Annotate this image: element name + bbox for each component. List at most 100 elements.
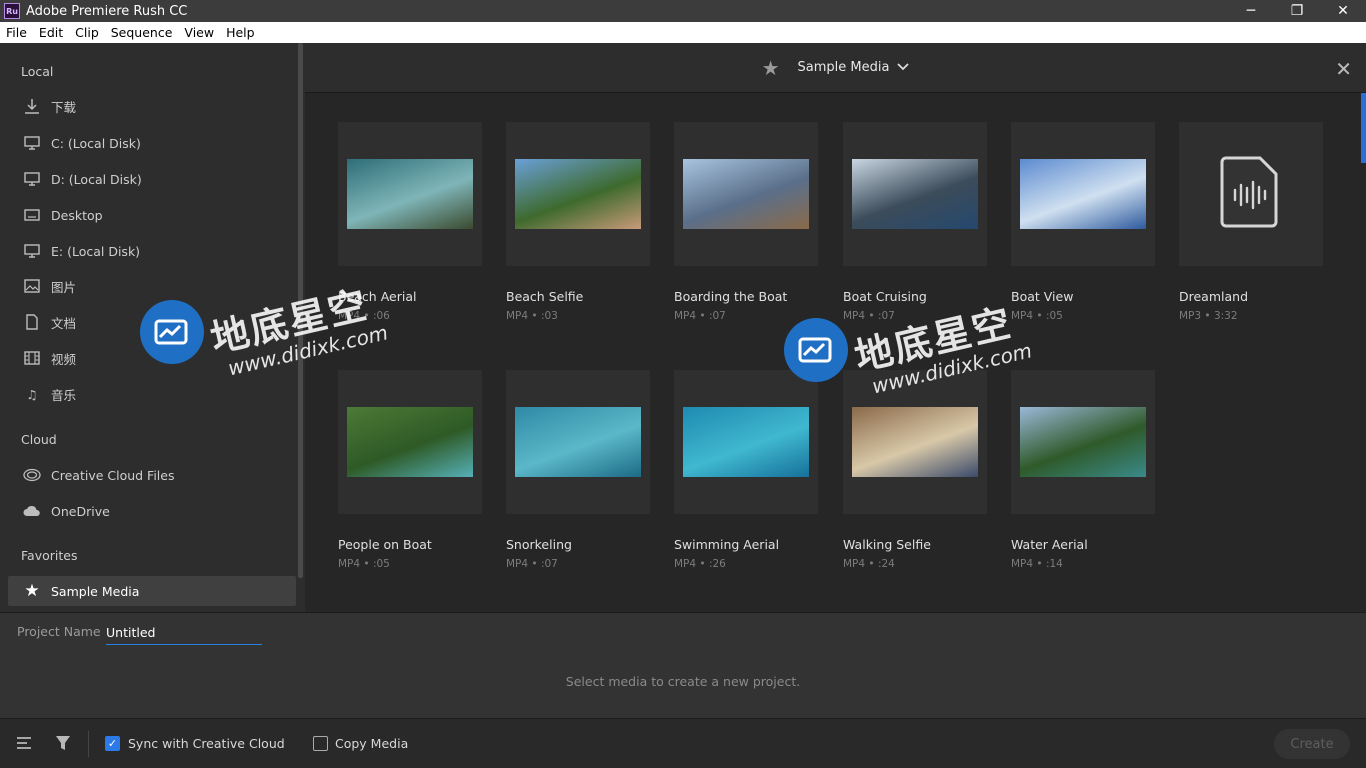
sidebar-item-desktop[interactable]: Desktop xyxy=(8,200,296,230)
media-name: People on Boat xyxy=(338,537,432,552)
sidebar-item-label: Sample Media xyxy=(51,583,140,599)
media-thumbnail[interactable] xyxy=(1011,370,1155,514)
sidebar-item-downloads[interactable]: 下载 xyxy=(8,91,296,121)
media-thumbnail[interactable] xyxy=(674,370,818,514)
media-card[interactable]: Boat View MP4 • :05 xyxy=(1011,122,1155,322)
sidebar-item-videos[interactable]: 视频 xyxy=(8,343,296,373)
sidebar-item-d-drive[interactable]: D: (Local Disk) xyxy=(8,164,296,194)
video-thumbnail-image xyxy=(852,159,978,229)
sidebar: Local 下载 C: (Local Disk) D: (Local Disk)… xyxy=(0,43,305,612)
sidebar-item-onedrive[interactable]: OneDrive xyxy=(8,496,296,526)
media-card[interactable]: Boat Cruising MP4 • :07 xyxy=(843,122,987,322)
media-card[interactable]: People on Boat MP4 • :05 xyxy=(338,370,482,570)
sidebar-item-c-drive[interactable]: C: (Local Disk) xyxy=(8,128,296,158)
media-name: Swimming Aerial xyxy=(674,537,780,552)
media-card[interactable]: Dreamland MP3 • 3:32 xyxy=(1179,122,1323,322)
media-card[interactable]: Snorkeling MP4 • :07 xyxy=(506,370,650,570)
media-thumbnail[interactable] xyxy=(843,370,987,514)
media-name: Boat View xyxy=(1011,289,1074,304)
media-thumbnail[interactable] xyxy=(1179,122,1323,266)
sidebar-item-creative-cloud-files[interactable]: Creative Cloud Files xyxy=(8,460,296,490)
media-thumbnail[interactable] xyxy=(1011,122,1155,266)
media-name: Walking Selfie xyxy=(843,537,931,552)
media-name: Boat Cruising xyxy=(843,289,927,304)
menu-edit[interactable]: Edit xyxy=(33,25,69,40)
media-card[interactable]: Boarding the Boat MP4 • :07 xyxy=(674,122,818,322)
menu-file[interactable]: File xyxy=(0,25,33,40)
list-view-icon[interactable] xyxy=(16,735,32,755)
project-name-label: Project Name xyxy=(17,624,101,639)
video-thumbnail-image xyxy=(515,159,641,229)
sidebar-item-pictures[interactable]: 图片 xyxy=(8,271,296,301)
project-panel: Project Name Select media to create a ne… xyxy=(0,612,1366,718)
sidebar-item-label: 下载 xyxy=(51,99,77,115)
menu-sequence[interactable]: Sequence xyxy=(105,25,179,40)
copy-media-checkbox[interactable] xyxy=(313,736,328,751)
star-icon: ★ xyxy=(24,581,40,601)
media-name: Snorkeling xyxy=(506,537,572,552)
media-thumbnail[interactable] xyxy=(338,122,482,266)
location-dropdown[interactable]: Sample Media xyxy=(798,60,890,75)
media-meta: MP4 • :26 xyxy=(674,558,726,570)
video-thumbnail-image xyxy=(347,407,473,477)
create-button[interactable]: Create xyxy=(1274,729,1350,759)
audio-file-icon xyxy=(1220,154,1282,234)
media-card[interactable]: Beach Selfie MP4 • :03 xyxy=(506,122,650,322)
sidebar-item-label: OneDrive xyxy=(51,503,110,519)
menu-view[interactable]: View xyxy=(178,25,220,40)
sidebar-item-e-drive[interactable]: E: (Local Disk) xyxy=(8,236,296,266)
document-icon xyxy=(23,313,41,331)
media-name: Dreamland xyxy=(1179,289,1249,304)
chevron-down-icon[interactable] xyxy=(897,60,910,75)
media-thumbnail[interactable] xyxy=(338,370,482,514)
media-meta: MP4 • :03 xyxy=(506,310,558,322)
sync-checkbox[interactable]: ✓ xyxy=(105,736,120,751)
sidebar-item-documents[interactable]: 文档 xyxy=(8,307,296,337)
close-window-button[interactable]: ✕ xyxy=(1320,0,1366,22)
media-card[interactable]: Swimming Aerial MP4 • :26 xyxy=(674,370,818,570)
media-card[interactable]: Water Aerial MP4 • :14 xyxy=(1011,370,1155,570)
download-icon xyxy=(23,97,41,115)
project-name-input[interactable] xyxy=(106,621,262,645)
local-heading: Local xyxy=(21,64,54,79)
favorite-star-icon[interactable]: ★ xyxy=(762,56,780,80)
media-thumbnail[interactable] xyxy=(506,122,650,266)
media-meta: MP4 • :06 xyxy=(338,310,390,322)
maximize-button[interactable]: ❐ xyxy=(1274,0,1320,22)
media-browser: ★ Sample Media ✕ Beach Aerial MP4 • :06 Be… xyxy=(305,43,1366,612)
favorites-heading: Favorites xyxy=(21,548,78,563)
image-icon xyxy=(23,277,41,295)
cloud-heading: Cloud xyxy=(21,432,57,447)
media-meta: MP4 • :14 xyxy=(1011,558,1063,570)
media-card[interactable]: Beach Aerial MP4 • :06 xyxy=(338,122,482,322)
media-meta: MP4 • :05 xyxy=(338,558,390,570)
menu-bar: File Edit Clip Sequence View Help xyxy=(0,22,1366,43)
media-meta: MP4 • :07 xyxy=(506,558,558,570)
close-browser-button[interactable]: ✕ xyxy=(1335,57,1352,81)
media-browser-header: ★ Sample Media xyxy=(305,43,1366,93)
video-thumbnail-image xyxy=(852,407,978,477)
sidebar-item-music[interactable]: ♫ 音乐 xyxy=(8,379,296,409)
filter-icon[interactable] xyxy=(55,735,71,756)
media-scrollbar[interactable] xyxy=(1361,93,1366,163)
menu-clip[interactable]: Clip xyxy=(69,25,105,40)
minimize-button[interactable]: ─ xyxy=(1228,0,1274,22)
video-thumbnail-image xyxy=(347,159,473,229)
sidebar-item-sample-media[interactable]: ★ Sample Media xyxy=(8,576,296,606)
premiere-rush-logo-icon: Ru xyxy=(4,3,20,19)
sidebar-item-label: D: (Local Disk) xyxy=(51,171,142,187)
monitor-icon xyxy=(23,242,41,260)
media-thumbnail[interactable] xyxy=(506,370,650,514)
media-thumbnail[interactable] xyxy=(674,122,818,266)
media-name: Beach Selfie xyxy=(506,289,584,304)
video-thumbnail-image xyxy=(683,159,809,229)
media-thumbnail[interactable] xyxy=(843,122,987,266)
creative-cloud-icon xyxy=(23,466,41,484)
menu-help[interactable]: Help xyxy=(220,25,261,40)
footer-divider xyxy=(88,731,89,757)
video-thumbnail-image xyxy=(515,407,641,477)
video-thumbnail-image xyxy=(683,407,809,477)
sidebar-scrollbar[interactable] xyxy=(298,43,303,578)
video-thumbnail-image xyxy=(1020,407,1146,477)
media-card[interactable]: Walking Selfie MP4 • :24 xyxy=(843,370,987,570)
